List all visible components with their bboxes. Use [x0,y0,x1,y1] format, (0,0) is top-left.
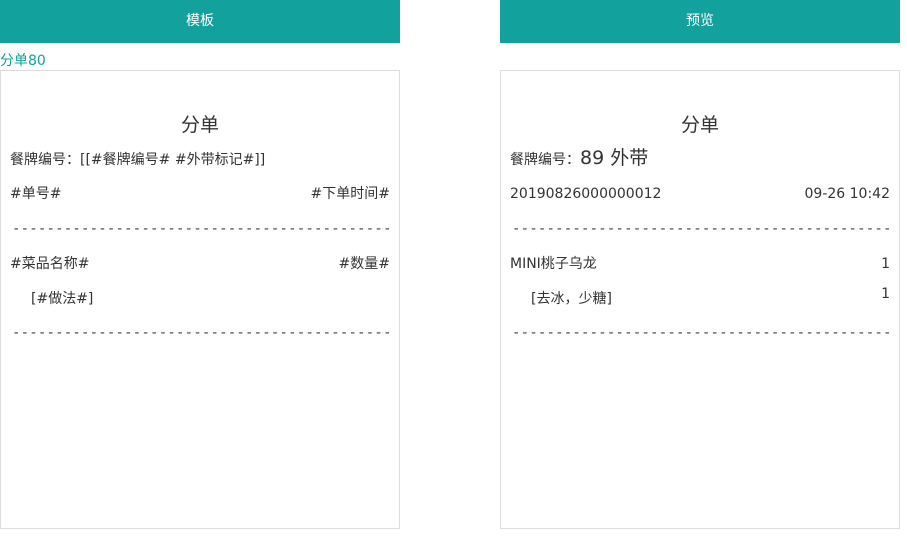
template-order-time: #下单时间# [310,186,390,202]
preview-header: 预览 [500,0,900,43]
preview-title: 分单 [680,114,719,136]
sub-label[interactable]: 分单80 [0,52,46,70]
template-ticket-row: 餐牌编号：[[#餐牌编号# #外带标记#]] [10,150,390,170]
template-dish-row: #菜品名称# #数量# [10,254,390,274]
template-quantity: #数量# [338,256,390,272]
template-method: [#做法#] [31,291,94,307]
template-card: 分单 餐牌编号：[[#餐牌编号# #外带标记#]] #单号# #下单时间# --… [0,70,400,529]
template-order-no: #单号# [10,186,62,202]
template-divider-2: ----------------------------------------… [12,325,390,341]
template-title: 分单 [180,114,219,136]
preview-quantity: 1 [881,256,890,272]
template-ticket-label: 餐牌编号： [10,152,80,168]
preview-divider-2: ----------------------------------------… [512,325,890,341]
preview-order-row: 20190826000000012 09-26 10:42 [510,184,890,204]
template-order-row: #单号# #下单时间# [10,184,390,204]
preview-dish-name: MINI桃子乌龙 [510,256,597,272]
template-dish-name: #菜品名称# [10,256,90,272]
preview-order-time: 09-26 10:42 [804,186,890,202]
preview-order-no: 20190826000000012 [510,186,662,202]
template-ticket-value: [[#餐牌编号# #外带标记#]] [80,152,266,168]
preview-ticket-value: 89 外带 [580,147,649,169]
preview-method: [去冰，少糖] [531,291,612,307]
template-divider-1: ----------------------------------------… [12,221,390,237]
preview-ticket-row: 餐牌编号：89 外带 [510,148,890,170]
preview-divider-1: ----------------------------------------… [512,221,890,237]
preview-card: 分单 餐牌编号：89 外带 20190826000000012 09-26 10… [500,70,900,529]
preview-ticket-label: 餐牌编号： [510,152,580,168]
template-header: 模板 [0,0,400,43]
preview-dish-row: MINI桃子乌龙 1 [510,254,890,274]
